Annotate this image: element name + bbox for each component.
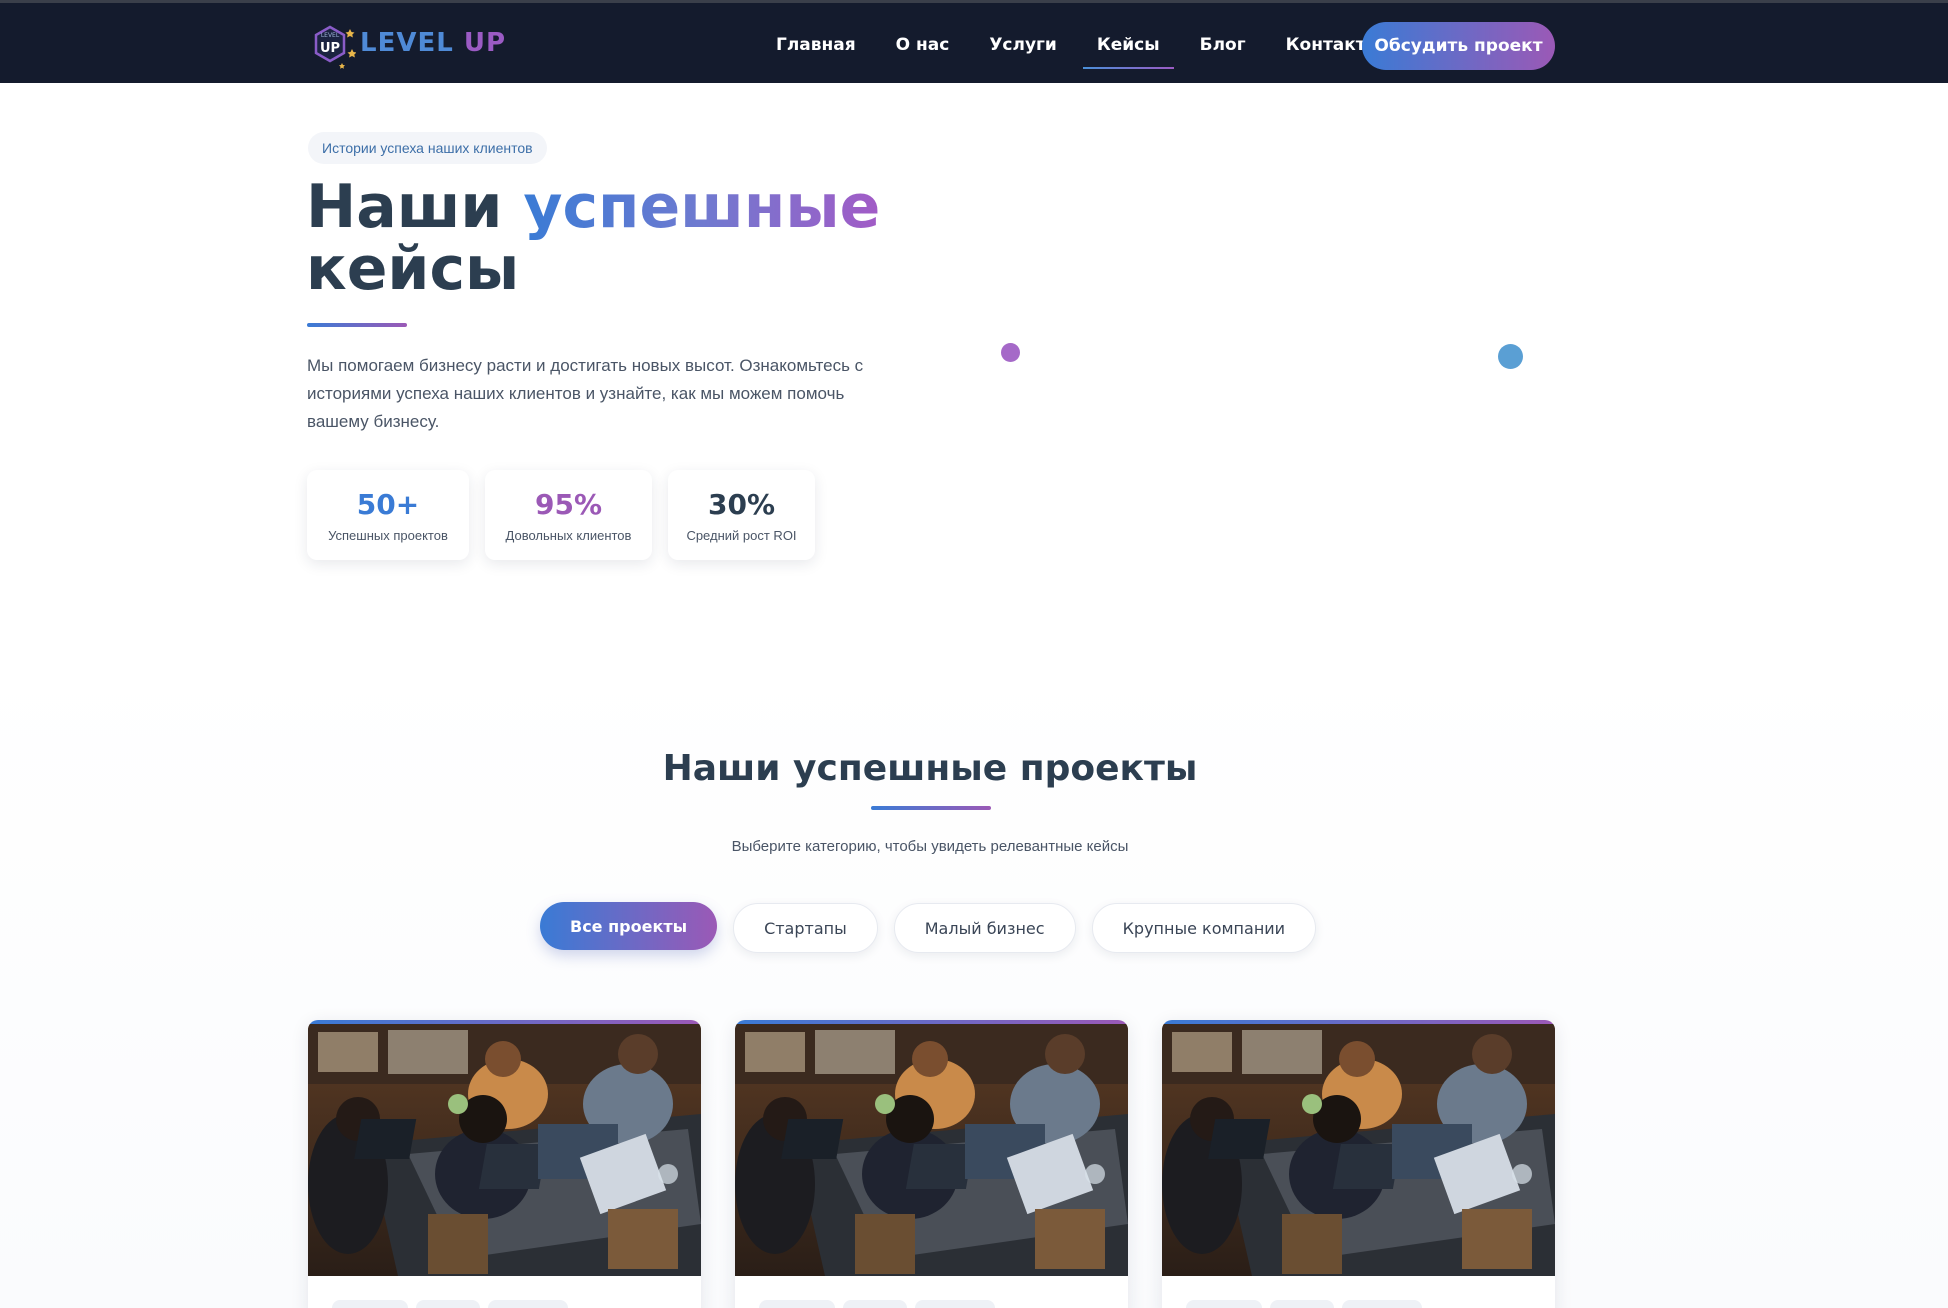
card-tag — [1270, 1300, 1334, 1308]
filter-button[interactable]: Все проекты — [540, 902, 718, 950]
card-tag — [1342, 1300, 1422, 1308]
nav-item[interactable]: О нас — [896, 27, 950, 63]
nav-item[interactable]: Кейсы — [1082, 27, 1174, 69]
card-tags — [1186, 1300, 1430, 1308]
filter-button[interactable]: Крупные компании — [1091, 903, 1317, 953]
stat-card-projects: 50+ Успешных проектов — [307, 470, 469, 560]
svg-text:UP: UP — [320, 41, 340, 56]
card-tag — [915, 1300, 995, 1308]
stat-value: 95% — [534, 487, 603, 521]
hero-description: Мы помогаем бизнесу расти и достигать но… — [307, 356, 864, 431]
stat-card-clients: 95% Довольных клиентов — [485, 470, 652, 560]
stat-value: 30% — [707, 487, 776, 521]
project-card[interactable] — [308, 1020, 701, 1308]
card-tag — [416, 1300, 480, 1308]
project-cards — [308, 1020, 1589, 1308]
card-tag — [759, 1300, 835, 1308]
project-card[interactable] — [735, 1020, 1128, 1308]
category-filters: Все проекты Стартапы Малый бизнес Крупные к… — [540, 902, 1332, 953]
project-card-image — [735, 1024, 1128, 1276]
filter-button[interactable]: Стартапы — [733, 903, 878, 953]
stat-label: Довольных клиентов — [505, 527, 632, 543]
projects-divider — [871, 806, 991, 810]
project-card-image — [308, 1024, 701, 1276]
logo-word-up: UP — [463, 28, 507, 58]
nav-item[interactable]: Главная — [776, 27, 856, 63]
nav-item[interactable]: Услуги — [989, 27, 1057, 63]
decor-dot-blue — [1498, 344, 1523, 369]
card-tags — [759, 1300, 1003, 1308]
projects-title: Наши успешные проекты — [662, 748, 1198, 789]
svg-text:LEVEL: LEVEL — [321, 32, 340, 39]
card-tags — [332, 1300, 576, 1308]
hero-title-part1: Наши — [306, 172, 524, 242]
stat-value: 50+ — [356, 487, 420, 521]
discuss-project-button[interactable]: Обсудить проект — [1362, 22, 1555, 70]
stat-label: Успешных проектов — [328, 527, 448, 543]
logo[interactable]: LEVEL UP LEVEL UP — [312, 23, 506, 69]
projects-subtitle: Выберите категорию, чтобы увидеть релева… — [731, 838, 1129, 855]
hero-title-part2: кейсы — [306, 234, 520, 304]
project-card-image — [1162, 1024, 1555, 1276]
hero-tag: Истории успеха наших клиентов — [308, 132, 547, 164]
card-tag — [332, 1300, 408, 1308]
nav-item[interactable]: Блог — [1200, 27, 1246, 63]
stat-card-roi: 30% Средний рост ROI — [668, 470, 815, 560]
project-card[interactable] — [1162, 1020, 1555, 1308]
main-nav: Главная О нас Услуги Кейсы Блог Контакты — [776, 3, 1421, 86]
logo-badge-icon: LEVEL UP — [312, 23, 357, 69]
stat-label: Средний рост ROI — [686, 527, 797, 543]
logo-word-level: LEVEL — [360, 28, 454, 58]
hero-title-highlight: успешные — [523, 172, 881, 242]
card-tag — [843, 1300, 907, 1308]
filter-button[interactable]: Малый бизнес — [893, 903, 1076, 953]
hero-divider — [307, 323, 407, 327]
top-navbar: LEVEL UP LEVEL UP Главная О нас Услуги Кейс… — [0, 0, 1948, 83]
card-tag — [488, 1300, 568, 1308]
logo-wordmark: LEVEL UP — [360, 28, 506, 58]
hero-stats: 50+ Успешных проектов 95% Довольных клие… — [307, 470, 831, 560]
decor-dot-purple — [1001, 343, 1020, 362]
hero-title: Наши успешные кейсы — [306, 176, 1006, 300]
card-tag — [1186, 1300, 1262, 1308]
